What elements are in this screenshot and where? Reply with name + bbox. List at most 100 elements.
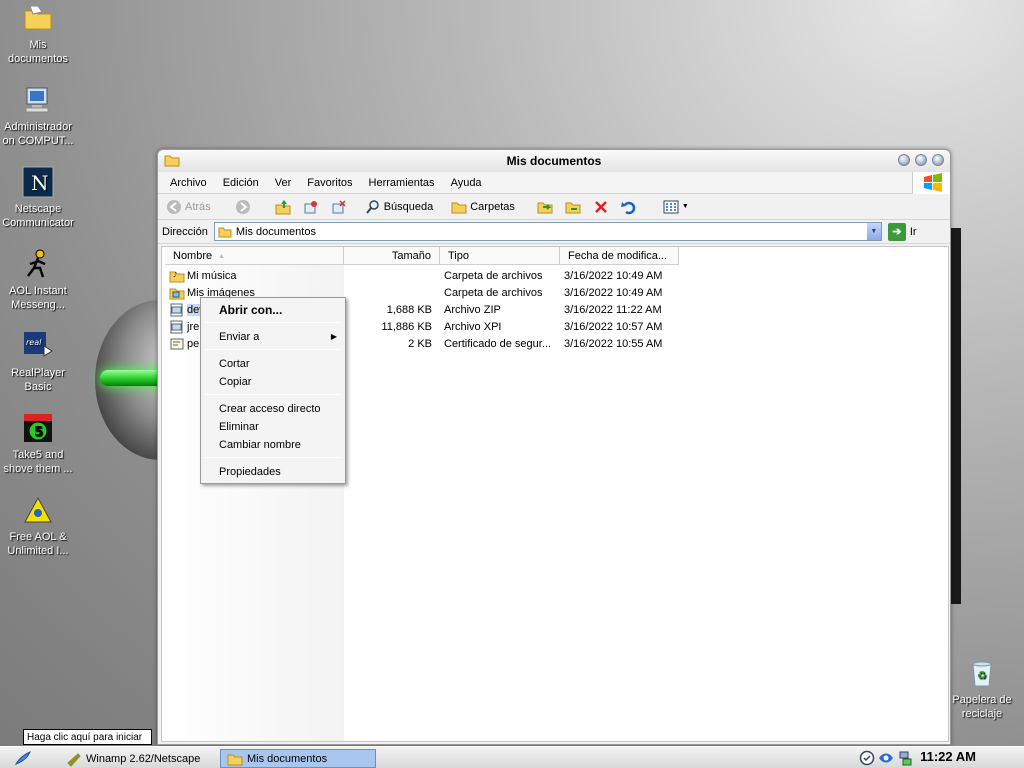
svg-text:5: 5 bbox=[34, 425, 43, 440]
winamp-icon bbox=[67, 752, 81, 767]
address-dropdown-button[interactable]: ▼ bbox=[866, 223, 881, 240]
forward-button[interactable] bbox=[231, 197, 255, 217]
move-to-button[interactable] bbox=[299, 197, 323, 217]
menu-ayuda[interactable]: Ayuda bbox=[443, 177, 490, 189]
desktop-icon-netscape[interactable]: N Netscape Communicator bbox=[0, 166, 76, 230]
menu-item-delete[interactable]: Eliminar bbox=[219, 421, 259, 433]
start-button[interactable] bbox=[14, 750, 32, 768]
desktop-icon-my-documents[interactable]: Mis documentos bbox=[0, 2, 76, 66]
window-titlebar[interactable]: Mis documentos bbox=[158, 150, 950, 172]
folder-icon bbox=[218, 227, 232, 237]
zip-file-icon bbox=[170, 303, 183, 316]
back-arrow-icon bbox=[167, 199, 181, 214]
file-size: 11,886 KB bbox=[381, 320, 432, 333]
svg-text:♻: ♻ bbox=[977, 669, 987, 682]
menu-item-copy[interactable]: Copiar bbox=[219, 376, 251, 388]
address-input[interactable]: Mis documentos ▼ bbox=[213, 222, 882, 241]
minimize-button[interactable] bbox=[898, 154, 910, 166]
context-menu: Abrir con... Enviar a ▶ Cortar Copiar Cr… bbox=[200, 297, 346, 484]
take5-icon: 5 bbox=[24, 414, 52, 442]
column-type[interactable]: Tipo bbox=[440, 247, 560, 265]
views-button[interactable]: ▼ bbox=[659, 198, 693, 216]
menu-item-properties[interactable]: Propiedades bbox=[219, 466, 281, 478]
computer-icon bbox=[25, 87, 49, 113]
folders-icon bbox=[451, 202, 467, 213]
folder-icon bbox=[164, 155, 180, 167]
menu-separator bbox=[205, 349, 341, 350]
aol-icon bbox=[24, 496, 52, 523]
up-folder-button[interactable] bbox=[271, 197, 295, 217]
column-name[interactable]: Nombre ▲ bbox=[165, 247, 344, 265]
clock: 11:22 AM bbox=[920, 749, 976, 764]
desktop-icon-free-aol[interactable]: Free AOL & Unlimited I... bbox=[0, 494, 76, 558]
file-type: Archivo XPI bbox=[444, 320, 502, 333]
go-label: Ir bbox=[909, 225, 917, 238]
folder-icon bbox=[227, 754, 243, 765]
menu-archivo[interactable]: Archivo bbox=[162, 177, 215, 189]
netscape-icon: N bbox=[22, 166, 54, 198]
window-title: Mis documentos bbox=[506, 154, 602, 168]
column-size[interactable]: Tamaño bbox=[344, 247, 440, 265]
background-window-edge bbox=[951, 228, 961, 604]
chevron-down-icon: ▼ bbox=[870, 228, 878, 235]
folder-icon bbox=[24, 5, 52, 30]
menu-item-create-shortcut[interactable]: Crear acceso directo bbox=[219, 403, 321, 415]
file-date: 3/16/2022 11:22 AM bbox=[564, 303, 662, 316]
menu-separator bbox=[205, 322, 341, 323]
menu-favoritos[interactable]: Favoritos bbox=[299, 177, 360, 189]
system-tray bbox=[859, 750, 913, 766]
go-arrow-icon: ➔ bbox=[887, 222, 906, 241]
address-label: Dirección bbox=[162, 225, 208, 238]
address-bar: Dirección Mis documentos ▼ ➔ Ir bbox=[158, 220, 950, 244]
desktop-icon-recycle-bin[interactable]: ♻ Papelera de reciclaje bbox=[944, 657, 1020, 721]
move-button[interactable] bbox=[533, 197, 557, 217]
file-type: Certificado de segur... bbox=[444, 337, 552, 350]
folders-button[interactable]: Carpetas bbox=[447, 197, 519, 217]
file-date: 3/16/2022 10:55 AM bbox=[564, 337, 663, 350]
menu-item-send-to[interactable]: Enviar a bbox=[219, 331, 259, 343]
back-label: Atrás bbox=[185, 200, 211, 213]
desktop-icon-take5[interactable]: 5 Take5 and shove them ... bbox=[0, 412, 76, 476]
forward-arrow-icon bbox=[235, 199, 250, 214]
start-icon bbox=[14, 751, 31, 765]
menu-item-open-with[interactable]: Abrir con... bbox=[219, 303, 282, 317]
column-date[interactable]: Fecha de modifica... bbox=[560, 247, 679, 265]
xpi-file-icon bbox=[170, 320, 183, 333]
menu-item-cut[interactable]: Cortar bbox=[219, 358, 250, 370]
search-button[interactable]: Búsqueda bbox=[361, 197, 438, 217]
go-button[interactable]: ➔ Ir bbox=[887, 222, 917, 241]
network-tray-icon[interactable] bbox=[897, 750, 913, 766]
sort-arrow-icon: ▲ bbox=[218, 252, 226, 260]
menu-herramientas[interactable]: Herramientas bbox=[361, 177, 443, 189]
column-name-label: Nombre bbox=[173, 250, 213, 262]
desktop-icon-realplayer[interactable]: real RealPlayer Basic bbox=[0, 330, 76, 394]
table-row[interactable]: ♪ Mi música Carpeta de archivos 3/16/202… bbox=[165, 267, 679, 284]
back-button[interactable]: Atrás bbox=[162, 197, 215, 217]
antivirus-tray-icon[interactable] bbox=[859, 750, 875, 766]
delete-button[interactable] bbox=[589, 197, 613, 217]
certificate-file-icon bbox=[170, 338, 184, 349]
toolbar: Atrás Búsqueda Carpetas ▼ bbox=[158, 194, 950, 220]
windows-flag-icon bbox=[924, 173, 942, 192]
taskbar-button-my-documents[interactable]: Mis documentos bbox=[220, 749, 376, 768]
eye-tray-icon[interactable] bbox=[878, 750, 894, 766]
file-type: Carpeta de archivos bbox=[444, 269, 543, 282]
desktop-icon-aim[interactable]: AOL Instant Messeng... bbox=[0, 248, 76, 312]
column-date-label: Fecha de modifica... bbox=[568, 250, 668, 262]
copy-to-button[interactable] bbox=[327, 197, 351, 217]
maximize-button[interactable] bbox=[915, 154, 927, 166]
pictures-folder-icon bbox=[169, 288, 185, 299]
taskbar-button-winamp[interactable]: Winamp 2.62/Netscape bbox=[60, 749, 216, 768]
menu-separator bbox=[205, 457, 341, 458]
move-icon bbox=[537, 202, 553, 213]
menu-ver[interactable]: Ver bbox=[267, 177, 300, 189]
menu-edicion[interactable]: Edición bbox=[215, 177, 267, 189]
copy-button[interactable] bbox=[561, 197, 585, 217]
column-type-label: Tipo bbox=[448, 250, 469, 262]
close-button[interactable] bbox=[932, 154, 944, 166]
menu-item-rename[interactable]: Cambiar nombre bbox=[219, 439, 301, 451]
copy-to-icon bbox=[332, 199, 346, 213]
desktop-icon-label: AOL Instant Messeng... bbox=[9, 285, 67, 311]
undo-button[interactable] bbox=[617, 197, 641, 217]
desktop-icon-admin-computer[interactable]: Administrador on COMPUT... bbox=[0, 84, 76, 148]
